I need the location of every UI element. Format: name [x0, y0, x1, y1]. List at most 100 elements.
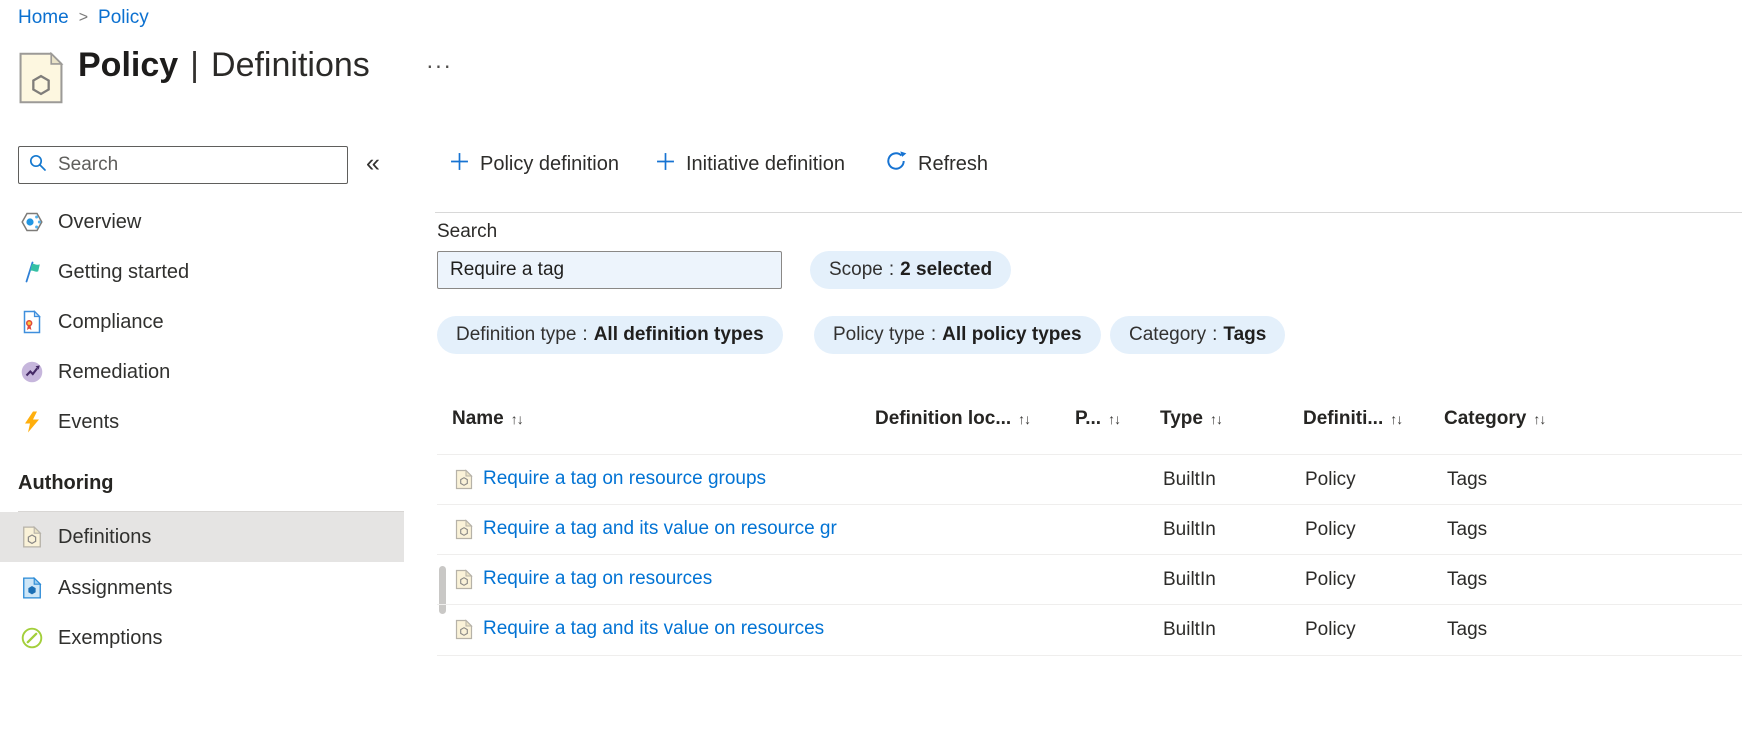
cell-category: Tags	[1447, 469, 1488, 490]
sidebar-item-remediation[interactable]: Remediation	[0, 347, 404, 397]
breadcrumb-home-link[interactable]: Home	[18, 7, 69, 29]
table-row: Require a tag on resources BuiltIn Polic…	[437, 554, 1742, 605]
sidebar-section-authoring: Authoring	[18, 472, 114, 494]
pill-name: Category	[1129, 324, 1207, 345]
column-header-definition-type[interactable]: Definiti... ↑↓	[1303, 404, 1403, 434]
pill-separator: :	[930, 324, 937, 345]
sidebar-item-definitions[interactable]: Definitions	[0, 512, 404, 562]
cell-definition-type: Policy	[1305, 619, 1356, 640]
sort-icon: ↑↓	[1209, 411, 1223, 427]
breadcrumb: Home > Policy	[18, 7, 149, 29]
policy-type-filter-pill[interactable]: Policy type : All policy types	[814, 316, 1101, 354]
scope-filter-pill[interactable]: Scope : 2 selected	[810, 251, 1012, 289]
events-lightning-icon	[20, 410, 44, 434]
sort-icon: ↑↓	[1018, 411, 1031, 427]
policy-definition-icon	[455, 519, 473, 540]
toolbar-divider	[435, 212, 1742, 213]
column-header-type[interactable]: Type ↑↓	[1160, 404, 1223, 434]
pill-value: All policy types	[942, 324, 1082, 345]
sidebar-search-box	[18, 146, 348, 184]
sidebar-item-label: Remediation	[58, 360, 171, 383]
assignments-doc-icon	[20, 576, 44, 600]
sidebar-item-label: Overview	[58, 210, 142, 233]
column-header-category[interactable]: Category ↑↓	[1444, 404, 1546, 434]
column-label: Name	[452, 408, 504, 429]
sidebar-item-label: Getting started	[58, 260, 190, 283]
overview-icon	[20, 210, 44, 234]
table-row: Require a tag on resource groups BuiltIn…	[437, 454, 1742, 505]
more-icon[interactable]: ···	[426, 52, 452, 79]
sort-icon: ↑↓	[1533, 411, 1546, 427]
cell-type: BuiltIn	[1163, 619, 1216, 640]
sidebar-item-label: Exemptions	[58, 626, 163, 649]
search-icon	[28, 153, 48, 178]
column-label: Category	[1444, 408, 1527, 429]
sidebar-item-exemptions[interactable]: Exemptions	[0, 613, 404, 663]
search-field-label: Search	[437, 221, 498, 242]
policy-name-link[interactable]: Require a tag on resources	[483, 568, 712, 590]
sort-icon: ↑↓	[1390, 411, 1403, 427]
refresh-button[interactable]: Refresh	[885, 146, 988, 182]
cell-type: BuiltIn	[1163, 519, 1216, 540]
sidebar-item-label: Assignments	[58, 576, 173, 599]
page-title-divider: |	[190, 46, 200, 84]
sort-icon: ↑↓	[1108, 411, 1121, 427]
sidebar-item-getting-started[interactable]: Getting started	[0, 247, 404, 297]
policy-name-link[interactable]: Require a tag and its value on resource …	[483, 518, 837, 540]
cell-definition-type: Policy	[1305, 569, 1356, 590]
column-header-definition-location[interactable]: Definition loc... ↑↓	[875, 404, 1031, 434]
cell-definition-type: Policy	[1305, 469, 1356, 490]
plus-icon	[656, 152, 675, 177]
column-header-p[interactable]: P... ↑↓	[1075, 404, 1121, 434]
policy-definition-button[interactable]: Policy definition	[450, 146, 619, 182]
compliance-icon	[20, 310, 44, 334]
sidebar-item-overview[interactable]: Overview	[0, 197, 404, 247]
column-label: P...	[1075, 408, 1102, 429]
cell-category: Tags	[1447, 619, 1488, 640]
policy-definition-icon	[455, 619, 473, 640]
toolbar-button-label: Initiative definition	[686, 152, 845, 175]
column-label: Definiti...	[1303, 408, 1384, 429]
sidebar-item-label: Definitions	[58, 525, 152, 548]
toolbar-button-label: Refresh	[918, 152, 989, 175]
getting-started-flag-icon	[20, 260, 44, 284]
policy-definition-icon	[455, 569, 473, 590]
sidebar-search-input[interactable]	[56, 153, 338, 177]
toolbar-button-label: Policy definition	[480, 152, 619, 175]
pill-name: Scope	[829, 259, 883, 280]
cell-category: Tags	[1447, 519, 1488, 540]
category-filter-pill[interactable]: Category : Tags	[1110, 316, 1286, 354]
column-header-name[interactable]: Name ↑↓	[452, 404, 524, 434]
definition-type-filter-pill[interactable]: Definition type : All definition types	[437, 316, 783, 354]
sidebar-item-label: Compliance	[58, 310, 164, 333]
collapse-sidebar-icon[interactable]: «	[366, 149, 380, 178]
sidebar-item-events[interactable]: Events	[0, 397, 404, 447]
page-title-secondary: Definitions	[211, 46, 370, 84]
page-title: Policy | Definitions	[78, 46, 370, 85]
pill-separator: :	[582, 324, 588, 345]
pill-name: Definition type	[456, 324, 577, 345]
policy-definition-icon	[455, 469, 473, 490]
cell-definition-type: Policy	[1305, 519, 1356, 540]
sidebar-item-assignments[interactable]: Assignments	[0, 563, 404, 613]
sidebar-item-compliance[interactable]: Compliance	[0, 297, 404, 347]
breadcrumb-separator-icon: >	[78, 9, 89, 26]
pill-separator: :	[888, 259, 895, 280]
policy-name-link[interactable]: Require a tag and its value on resources	[483, 618, 824, 640]
column-label: Definition loc...	[875, 408, 1012, 429]
remediation-icon	[20, 360, 44, 384]
cell-type: BuiltIn	[1163, 569, 1216, 590]
sidebar-item-label: Events	[58, 410, 120, 433]
policy-name-link[interactable]: Require a tag on resource groups	[483, 468, 766, 490]
pill-separator: :	[1212, 324, 1218, 345]
exemptions-icon	[20, 626, 44, 650]
breadcrumb-policy-link[interactable]: Policy	[98, 7, 149, 29]
table-row: Require a tag and its value on resource …	[437, 504, 1742, 555]
cell-type: BuiltIn	[1163, 469, 1216, 490]
initiative-definition-button[interactable]: Initiative definition	[656, 146, 845, 182]
definitions-search-input[interactable]	[437, 251, 782, 289]
pill-value: Tags	[1223, 324, 1267, 345]
table-row: Require a tag and its value on resources…	[437, 604, 1742, 656]
page-title-primary: Policy	[78, 46, 179, 84]
plus-icon	[450, 152, 469, 177]
